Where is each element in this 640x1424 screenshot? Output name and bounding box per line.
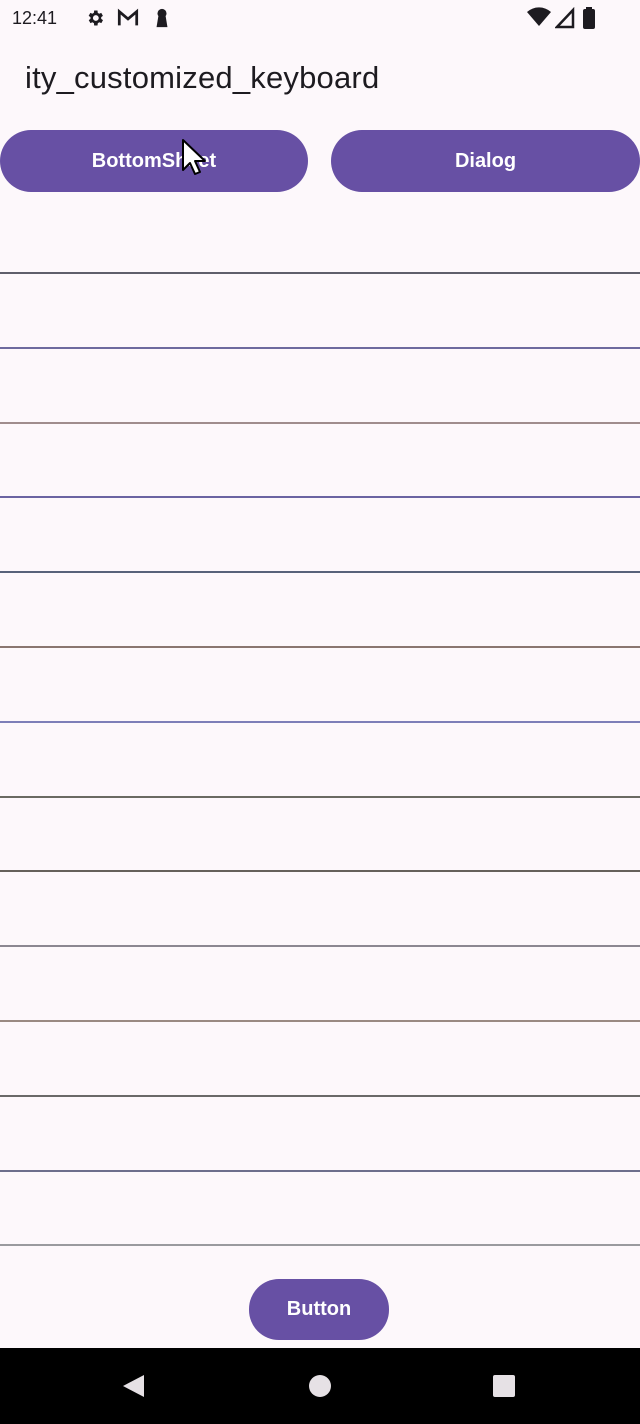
gmail-icon	[117, 8, 139, 26]
navigation-bar	[0, 1348, 640, 1424]
text-field-underline	[0, 421, 640, 424]
text-field-underline	[0, 720, 640, 723]
text-field[interactable]	[0, 798, 640, 873]
settings-icon	[88, 10, 103, 26]
back-icon[interactable]	[119, 1372, 147, 1400]
wifi-icon	[527, 7, 551, 27]
text-field-underline	[0, 945, 640, 948]
text-field[interactable]	[0, 948, 640, 1022]
keyhole-icon	[156, 8, 168, 28]
battery-icon	[583, 7, 595, 29]
status-bar: 12:41	[0, 0, 640, 36]
bottomsheet-button[interactable]: BottomSheet	[0, 130, 308, 192]
text-field[interactable]	[0, 574, 640, 648]
text-field-underline	[0, 795, 640, 798]
text-field[interactable]	[0, 1172, 640, 1247]
text-field-underline	[0, 1094, 640, 1097]
mouse-pointer-icon	[182, 139, 206, 175]
text-field-underline	[0, 1169, 640, 1172]
text-field-underline	[0, 646, 640, 648]
text-field[interactable]	[0, 1023, 640, 1097]
text-field-underline	[0, 272, 640, 274]
text-field-underline	[0, 496, 640, 499]
home-icon[interactable]	[306, 1372, 334, 1400]
text-field-underline	[0, 1020, 640, 1022]
recents-icon[interactable]	[490, 1372, 518, 1400]
text-field-underline	[0, 346, 640, 349]
page-title: ity_customized_keyboard	[25, 60, 380, 95]
text-field[interactable]	[0, 275, 640, 349]
status-time: 12:41	[12, 8, 58, 28]
dialog-button[interactable]: Dialog	[331, 130, 640, 192]
text-field-underline	[0, 1244, 640, 1247]
text-field[interactable]	[0, 649, 640, 723]
text-field-underline	[0, 870, 640, 873]
bottom-button[interactable]: Button	[249, 1279, 389, 1340]
signal-icon	[555, 7, 575, 29]
text-field[interactable]	[0, 200, 640, 274]
text-field[interactable]	[0, 424, 640, 499]
text-field-underline	[0, 571, 640, 574]
text-field[interactable]	[0, 724, 640, 798]
text-field[interactable]	[0, 1098, 640, 1172]
text-field[interactable]	[0, 873, 640, 948]
text-field[interactable]	[0, 499, 640, 574]
text-field[interactable]	[0, 350, 640, 424]
